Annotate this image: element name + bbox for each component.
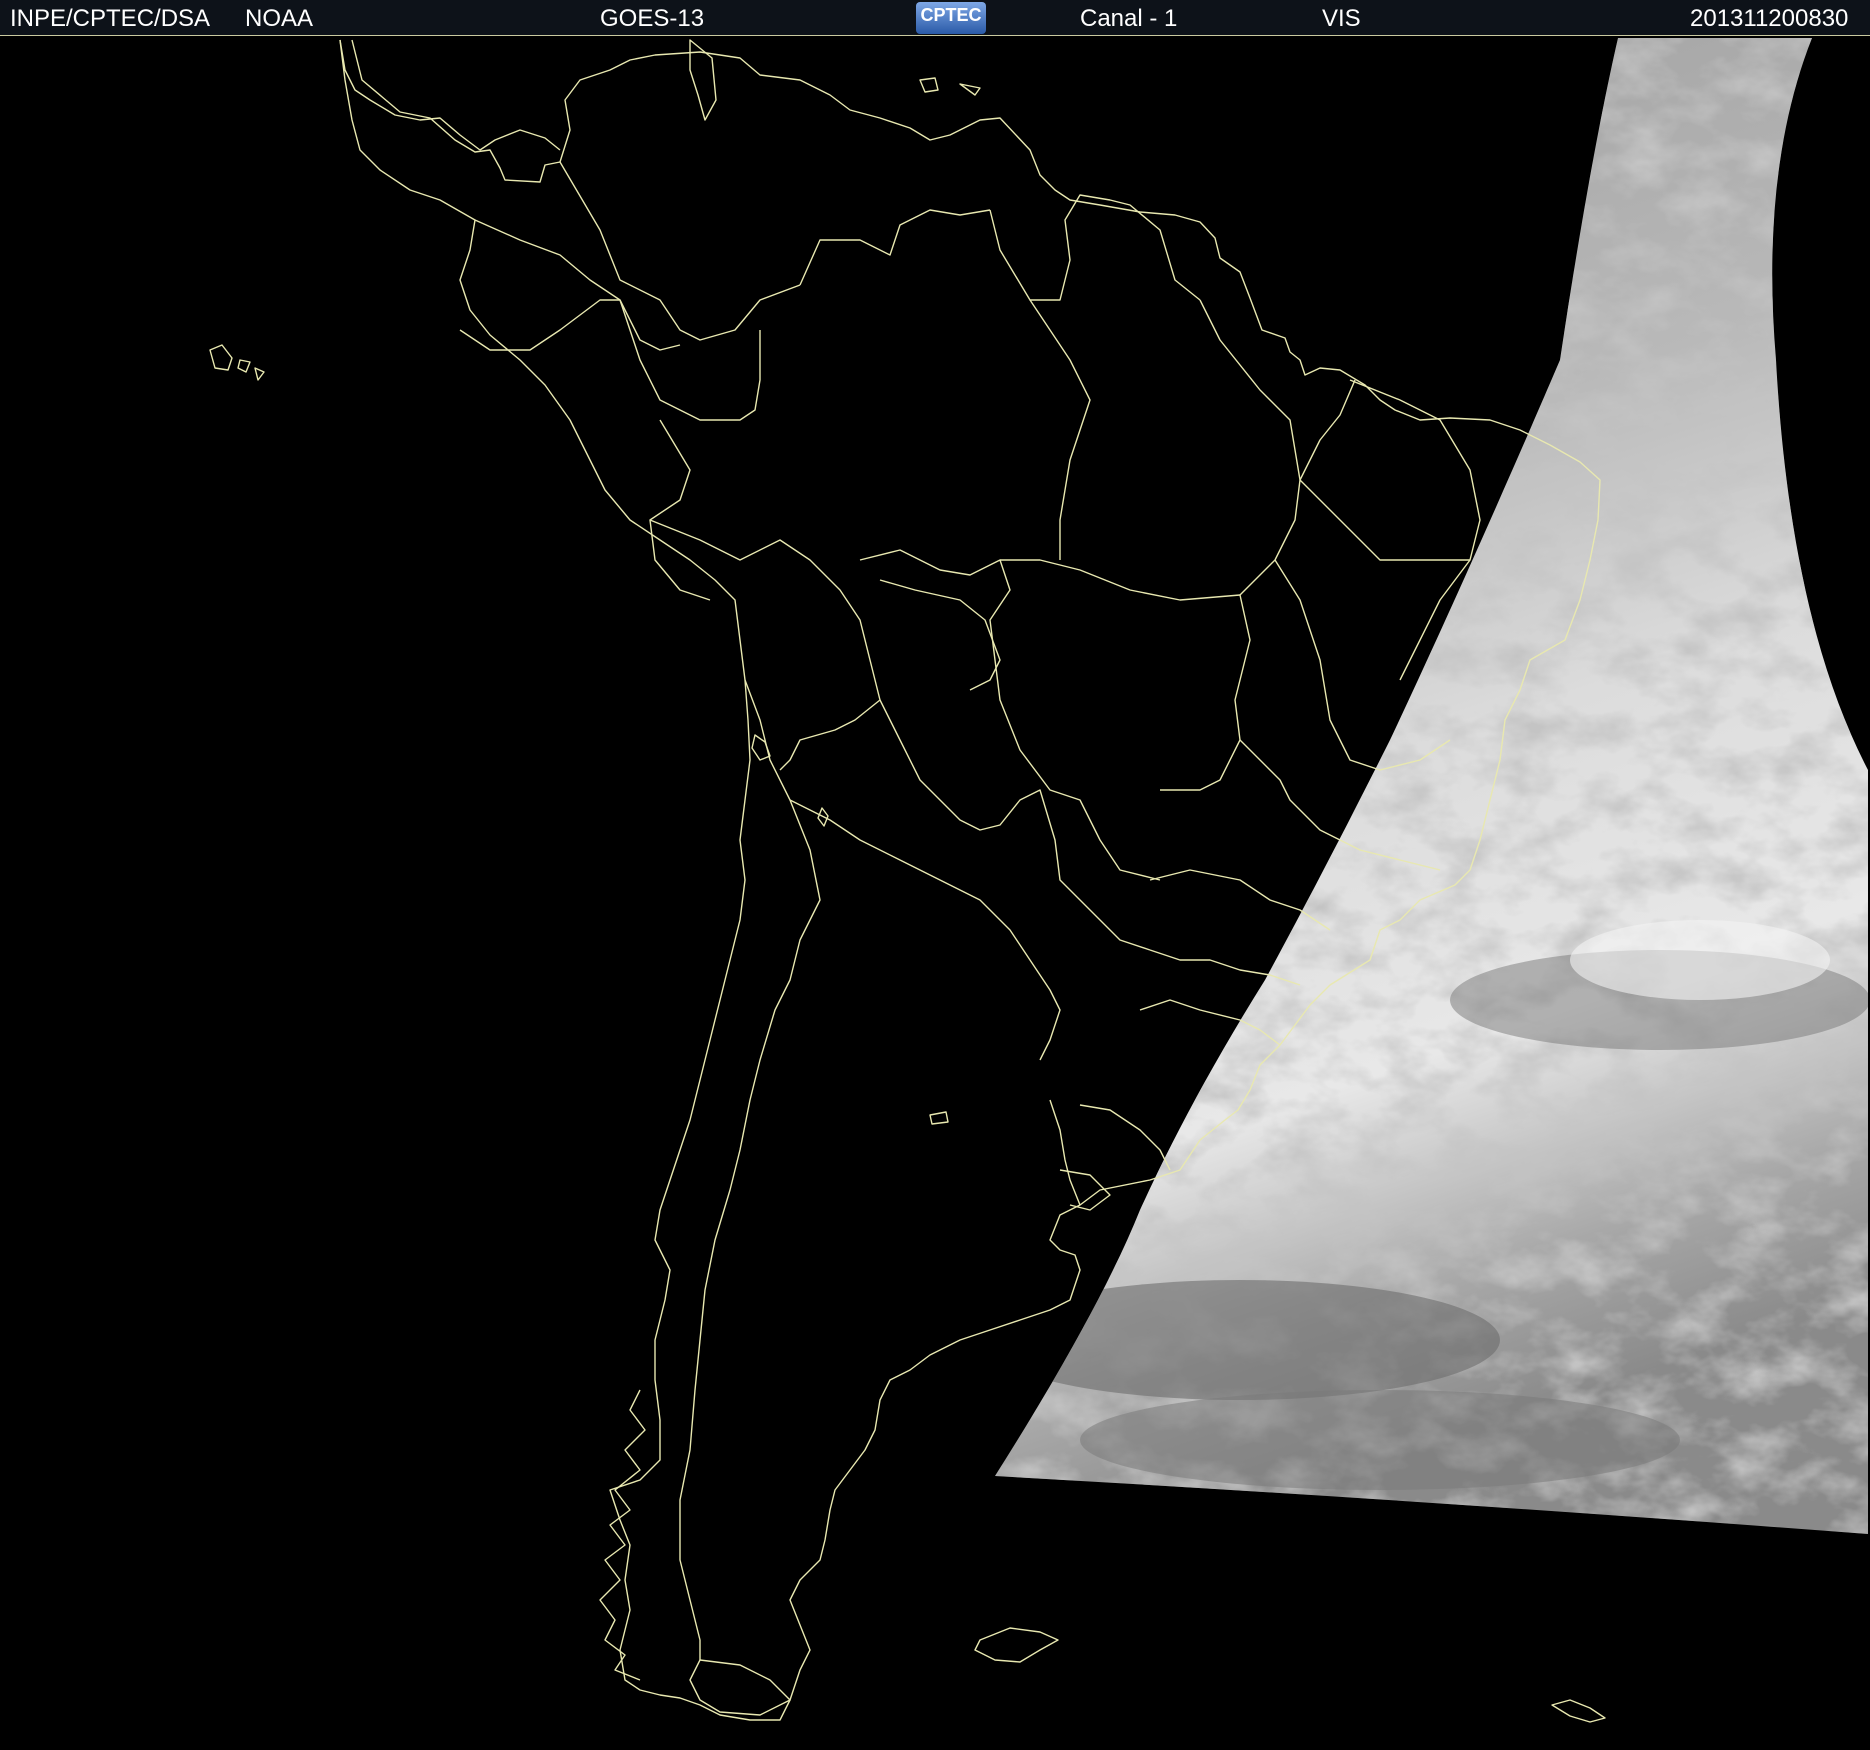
- channel-label: Canal - 1: [1080, 5, 1178, 32]
- satellite-map: [0, 36, 1870, 1750]
- header-bar: INPE/CPTEC/DSA NOAA GOES-13 CPTEC Canal …: [0, 0, 1870, 36]
- agency-label: NOAA: [245, 5, 314, 32]
- org-label: INPE/CPTEC/DSA: [10, 5, 211, 32]
- satellite-label: GOES-13: [600, 5, 705, 32]
- band-label: VIS: [1322, 5, 1361, 32]
- cptec-logo: CPTEC: [916, 2, 986, 34]
- timestamp-label: 201311200830: [1690, 5, 1849, 32]
